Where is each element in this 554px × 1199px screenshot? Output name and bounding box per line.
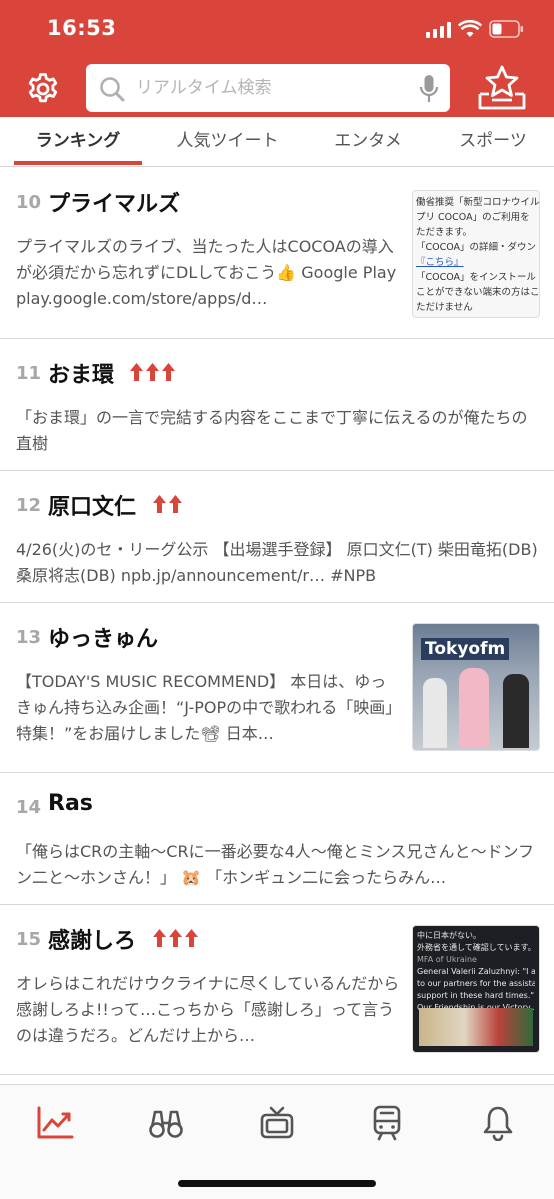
nav-explore-button[interactable]	[146, 1105, 186, 1141]
search-input[interactable]	[136, 64, 396, 112]
rank-number: 14	[16, 797, 42, 818]
nav-transit-button[interactable]	[367, 1105, 407, 1141]
nav-tv-button[interactable]	[257, 1105, 297, 1141]
ranking-item[interactable]: 11 おま環 「おま環」の一言で完結する内容をここまで丁寧に伝えるのが俺たちの直…	[0, 339, 554, 471]
active-tab-indicator	[14, 161, 142, 165]
bell-icon	[483, 1106, 513, 1141]
thumb-text: 「COCOA」の詳細・ダウン	[416, 242, 537, 253]
trend-title: ゆっきゅん	[48, 627, 159, 652]
rank-number: 15	[16, 929, 42, 950]
up-arrow-icon	[169, 929, 182, 947]
tab-sports[interactable]: スポーツ	[440, 117, 546, 167]
trend-description: 【TODAY'S MUSIC RECOMMEND】 本日は、ゆっきゅん持ち込み企…	[16, 672, 394, 743]
ranking-list: 10 プライマルズ プライマルズのライブ、当たった人はCOCOAの導入が必須だか…	[0, 168, 554, 1075]
favorites-star-icon[interactable]	[474, 64, 530, 112]
trend-title: Ras	[48, 791, 93, 816]
thumb-text: 働省推奨「新型コロナウイル	[416, 197, 540, 208]
up-arrow-icon	[169, 495, 182, 513]
status-bar: 16:53	[0, 0, 554, 60]
trend-description: プライマルズのライブ、当たった人はCOCOAの導入が必須だから忘れずにDLしてお…	[16, 237, 397, 308]
status-time: 16:53	[47, 16, 117, 40]
trend-title: プライマルズ	[48, 192, 181, 217]
rank-number: 12	[16, 495, 42, 516]
microphone-icon[interactable]	[418, 74, 440, 104]
thumb-text: to our partners for the assistance and u…	[417, 979, 535, 988]
search-box[interactable]	[86, 64, 450, 112]
rank-number: 13	[16, 627, 42, 648]
gear-icon	[28, 73, 58, 103]
thumbnail-image: 中に日本がない。 外務省を通して確認しています。 MFA of Ukraine …	[412, 925, 540, 1053]
thumb-text: ただきます。	[416, 227, 473, 238]
trend-title: 感謝しろ	[48, 929, 137, 954]
ranking-item[interactable]: 15 感謝しろ オレらはこれだけウクライナに尽くしているんだから感謝しろよ!!っ…	[0, 905, 554, 1075]
ranking-item[interactable]: 12 原口文仁 4/26(火)のセ・リーグ公示 【出場選手登録】 原口文仁(T)…	[0, 471, 554, 603]
category-tabs: ランキング 人気ツイート エンタメ スポーツ	[0, 117, 554, 167]
ranking-item[interactable]: 14 Ras 「俺らはCRの主軸〜CRに一番必要な4人〜俺とミンス兄さんと〜ドン…	[0, 773, 554, 905]
nav-notifications-button[interactable]	[478, 1105, 518, 1141]
up-arrow-icon	[130, 363, 143, 381]
train-icon	[373, 1105, 401, 1141]
thumb-logo-text: Tokyofm	[421, 638, 510, 660]
search-icon	[100, 77, 125, 102]
thumb-text: 外務省を通して確認しています。	[417, 943, 535, 952]
binoculars-icon	[149, 1110, 183, 1138]
rising-arrows	[152, 928, 199, 948]
up-arrow-icon	[185, 929, 198, 947]
up-arrow-icon	[153, 495, 166, 513]
app-header: 16:53	[0, 0, 554, 117]
tab-ranking[interactable]: ランキング	[14, 117, 142, 167]
thumb-text: ことができない端末の方はこ	[416, 287, 540, 298]
tv-icon	[260, 1106, 294, 1139]
battery-icon	[489, 20, 523, 38]
thumb-text: 「COCOA」をインストール	[416, 272, 536, 283]
thumb-text: MFA of Ukraine	[417, 955, 477, 964]
ranking-item[interactable]: 13 ゆっきゅん 【TODAY'S MUSIC RECOMMEND】 本日は、ゆ…	[0, 603, 554, 773]
rising-arrows	[152, 494, 183, 514]
trend-title: おま環	[48, 363, 115, 388]
ranking-item[interactable]: 10 プライマルズ プライマルズのライブ、当たった人はCOCOAの導入が必須だか…	[0, 168, 554, 339]
wifi-icon	[458, 20, 482, 37]
trend-description: オレらはこれだけウクライナに尽くしているんだから感謝しろよ!!って…こっちから「…	[16, 974, 400, 1045]
thumb-text: support in these hard times."	[417, 991, 535, 1000]
tab-entertainment[interactable]: エンタメ	[312, 117, 424, 167]
rank-number: 10	[16, 192, 42, 213]
rank-number: 11	[16, 363, 42, 384]
thumbnail-image: Tokyofm	[412, 623, 540, 751]
settings-button[interactable]	[22, 68, 64, 110]
up-arrow-icon	[162, 363, 175, 381]
cellular-signal-icon	[426, 22, 452, 38]
thumb-text: ただけません	[416, 302, 473, 313]
thumb-text: プリ COCOA」のご利用を	[416, 212, 530, 223]
up-arrow-icon	[146, 363, 159, 381]
thumb-link: 『こちら』	[416, 257, 464, 268]
thumbnail-image: 働省推奨「新型コロナウイル プリ COCOA」のご利用を ただきます。 「COC…	[412, 190, 540, 318]
trend-description: 「おま環」の一言で完結する内容をここまで丁寧に伝えるのが俺たちの直樹	[16, 408, 528, 453]
up-arrow-icon	[153, 929, 166, 947]
tab-popular-tweets[interactable]: 人気ツイート	[160, 117, 295, 167]
thumb-text: 中に日本がない。	[417, 931, 481, 940]
rising-arrows	[129, 362, 176, 382]
nav-trends-button[interactable]	[35, 1105, 75, 1141]
trend-description: 4/26(火)のセ・リーグ公示 【出場選手登録】 原口文仁(T) 柴田竜拓(DB…	[16, 540, 538, 585]
thumb-text: General Valerii Zaluzhnyi: "I am sincere…	[417, 967, 535, 976]
home-indicator	[178, 1180, 376, 1187]
trend-description: 「俺らはCRの主軸〜CRに一番必要な4人〜俺とミンス兄さんと〜ドンフン二と〜ホン…	[16, 842, 534, 887]
trending-icon	[37, 1106, 74, 1139]
trend-title: 原口文仁	[48, 495, 137, 520]
